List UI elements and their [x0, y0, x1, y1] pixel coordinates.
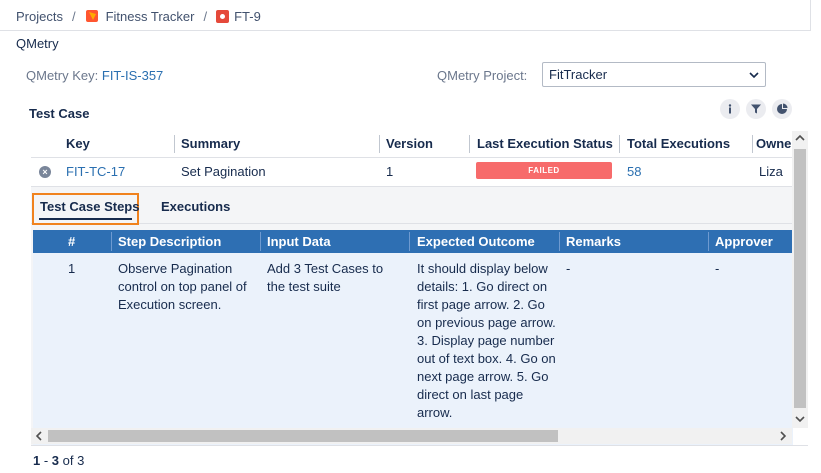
info-icon[interactable]: [720, 99, 740, 119]
grid-header: Key Summary Version Last Execution Statu…: [31, 131, 793, 158]
step-description: Observe Pagination control on top panel …: [118, 261, 247, 312]
column-resizer[interactable]: [752, 135, 753, 153]
scroll-up-arrow-icon[interactable]: [795, 133, 805, 146]
column-header-last-execution-status[interactable]: Last Execution Status: [477, 131, 613, 157]
scroll-down-arrow-icon[interactable]: [795, 414, 805, 427]
qmetry-project-label: QMetry Project:: [437, 68, 528, 83]
detail-tabs: Test Case Steps Executions: [31, 187, 793, 225]
steps-column-number[interactable]: #: [68, 230, 75, 253]
column-resizer[interactable]: [469, 135, 470, 153]
tab-test-case-steps[interactable]: Test Case Steps: [40, 199, 139, 214]
steps-column-description[interactable]: Step Description: [118, 230, 221, 253]
qmetry-project-value: FitTracker: [549, 67, 608, 82]
test-case-grid: Key Summary Version Last Execution Statu…: [31, 131, 808, 446]
step-remarks: -: [566, 261, 571, 276]
column-resizer[interactable]: [260, 232, 261, 251]
column-resizer[interactable]: [174, 135, 175, 153]
step-approver: -: [715, 261, 720, 276]
column-resizer[interactable]: [379, 135, 380, 153]
panel-title: QMetry: [16, 36, 59, 51]
chevron-down-icon: [749, 68, 759, 83]
filter-icon[interactable]: [746, 99, 766, 119]
vertical-scroll-thumb[interactable]: [794, 149, 806, 408]
bug-icon: [216, 9, 230, 23]
tab-executions[interactable]: Executions: [161, 199, 230, 214]
column-resizer[interactable]: [409, 232, 410, 251]
vertical-scrollbar[interactable]: [792, 131, 808, 428]
step-number: 1: [68, 261, 76, 276]
horizontal-scrollbar[interactable]: [31, 428, 792, 444]
pie-chart-icon[interactable]: [772, 99, 792, 119]
collapse-row-icon[interactable]: ×: [39, 166, 51, 178]
breadcrumb: Projects / Fitness Tracker / FT-9: [16, 7, 261, 25]
total-executions-link[interactable]: 58: [627, 158, 641, 186]
header-divider: [0, 30, 810, 31]
column-header-summary[interactable]: Summary: [181, 131, 240, 157]
table-row[interactable]: × FIT-TC-17 Set Pagination 1 FAILED 58 L…: [31, 158, 793, 187]
column-resizer[interactable]: [708, 232, 709, 251]
breadcrumb-separator: /: [203, 8, 208, 24]
test-case-version: 1: [386, 164, 394, 179]
column-header-total-executions[interactable]: Total Executions: [627, 131, 730, 157]
status-badge: FAILED: [476, 162, 612, 179]
panel-edge: [810, 0, 811, 31]
pager-total: 3: [77, 453, 85, 468]
owner-name: Liza: [759, 164, 783, 179]
scroll-right-arrow-icon[interactable]: [778, 431, 788, 444]
breadcrumb-issue-link[interactable]: FT-9: [234, 9, 261, 24]
project-avatar-icon: [85, 9, 99, 23]
active-tab-indicator: [39, 218, 132, 220]
test-case-summary: Set Pagination: [181, 164, 266, 179]
test-case-key-link[interactable]: FIT-TC-17: [66, 158, 125, 186]
column-resizer[interactable]: [619, 135, 620, 153]
steps-table-body: 1 Observe Pagination control on top pane…: [33, 253, 793, 445]
horizontal-scroll-thumb[interactable]: [48, 430, 558, 442]
qmetry-key: QMetry Key: FIT-IS-357: [26, 68, 163, 83]
test-case-section-title: Test Case: [29, 106, 90, 121]
pagination-summary: 1 - 3 of 3: [33, 453, 85, 468]
scroll-left-arrow-icon[interactable]: [34, 431, 44, 444]
breadcrumb-projects-link[interactable]: Projects: [16, 9, 63, 24]
qmetry-key-link[interactable]: FIT-IS-357: [102, 68, 163, 83]
column-resizer[interactable]: [559, 232, 560, 251]
pager-to: 3: [51, 453, 60, 468]
column-resizer[interactable]: [111, 232, 112, 251]
step-input-data: Add 3 Test Cases to the test suite: [267, 261, 384, 294]
steps-table-header: # Step Description Input Data Expected O…: [33, 230, 793, 253]
qmetry-project-select[interactable]: FitTracker: [542, 62, 766, 87]
steps-column-remarks[interactable]: Remarks: [566, 230, 621, 253]
breadcrumb-separator: /: [71, 8, 76, 24]
pager-from: 1: [33, 453, 41, 468]
steps-column-approver[interactable]: Approver: [715, 230, 773, 253]
pager-of-label: of: [62, 453, 74, 468]
step-expected-outcome: It should display below details: 1. Go d…: [417, 261, 556, 420]
column-header-version[interactable]: Version: [386, 131, 433, 157]
steps-column-expected-outcome[interactable]: Expected Outcome: [417, 230, 535, 253]
row-detail-panel: Test Case Steps Executions # Step Descri…: [31, 187, 793, 445]
steps-column-input-data[interactable]: Input Data: [267, 230, 331, 253]
column-header-owner[interactable]: Owne: [756, 131, 791, 157]
breadcrumb-project-link[interactable]: Fitness Tracker: [106, 9, 195, 24]
qmetry-key-label: QMetry Key:: [26, 68, 99, 83]
column-header-key[interactable]: Key: [66, 131, 90, 157]
